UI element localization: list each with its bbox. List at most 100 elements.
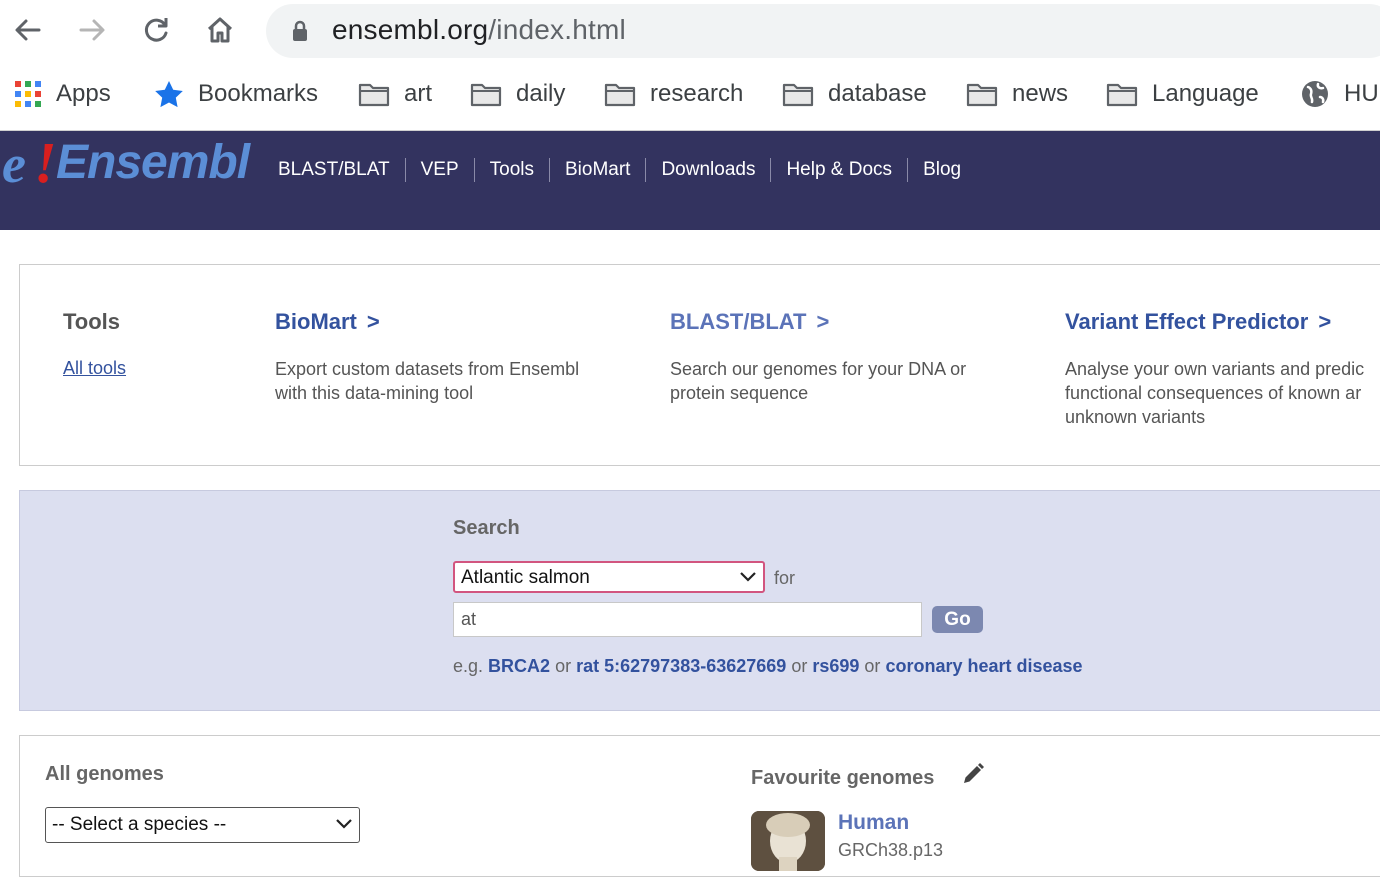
example-link-rs699[interactable]: rs699 — [812, 656, 859, 676]
chevron-right-icon: > — [1318, 309, 1332, 334]
or-label: or — [864, 656, 881, 676]
nav-blog[interactable]: Blog — [907, 158, 976, 182]
tool-name: BioMart — [275, 309, 357, 334]
chevron-down-icon — [335, 817, 353, 836]
tool-desc-line: Analyse your own variants and predic — [1065, 359, 1365, 379]
tool-description: Analyse your own variants and predic fun… — [1065, 357, 1364, 429]
forward-button[interactable] — [74, 12, 110, 48]
nav-tools[interactable]: Tools — [473, 158, 549, 182]
bookmark-label: database — [828, 80, 927, 107]
home-button[interactable] — [202, 12, 238, 48]
nav-help-docs[interactable]: Help & Docs — [770, 158, 907, 182]
tool-desc-line: functional consequences of known ar — [1065, 383, 1362, 403]
search-panel: Search Atlantic salmon for at Go e.g. BR… — [19, 490, 1380, 711]
bookmark-label: art — [404, 80, 433, 107]
folder-icon — [1106, 81, 1138, 107]
bookmark-label: daily — [516, 80, 566, 107]
tool-description: Search our genomes for your DNA or prote… — [670, 357, 966, 405]
tool-desc-line: with this data-mining tool — [275, 383, 474, 403]
url-path: /index.html — [488, 14, 626, 45]
url-text[interactable]: ensembl.org/index.html — [332, 14, 626, 46]
tools-panel: Tools All tools BioMart > Export custom d… — [19, 264, 1380, 466]
bookmark-apps[interactable]: Apps — [14, 76, 111, 112]
apps-grid-icon — [14, 80, 42, 108]
bookmark-label: research — [650, 80, 744, 107]
nav-vep[interactable]: VEP — [404, 158, 474, 182]
bookmark-label: news — [1012, 80, 1069, 107]
example-link-disease[interactable]: coronary heart disease — [885, 656, 1082, 676]
url-host: ensembl.org — [332, 14, 489, 45]
tool-description: Export custom datasets from Ensembl with… — [275, 357, 579, 405]
tool-biomart-link[interactable]: BioMart > — [275, 309, 579, 335]
species-select[interactable]: Atlantic salmon — [453, 561, 765, 593]
genomes-panel: All genomes -- Select a species -- Favou… — [19, 735, 1380, 877]
reload-icon — [144, 18, 168, 42]
nav-blast-blat[interactable]: BLAST/BLAT — [278, 158, 405, 182]
bookmark-label: Bookmarks — [198, 80, 319, 107]
tool-desc-line: unknown variants — [1065, 407, 1206, 427]
browser-toolbar: ensembl.org/index.html — [0, 0, 1380, 62]
tools-title: Tools — [63, 309, 121, 334]
all-tools-link[interactable]: All tools — [63, 358, 126, 379]
bookmark-folder-database[interactable]: database — [782, 76, 927, 112]
example-link-brca2[interactable]: BRCA2 — [488, 656, 550, 676]
search-input[interactable]: at — [453, 602, 922, 637]
logo-text: Ensembl — [56, 136, 250, 189]
logo-e-glyph: e — [2, 134, 26, 194]
search-examples: e.g. BRCA2 or rat 5:62797383-63627669 or… — [453, 656, 1083, 677]
bookmark-folder-news[interactable]: news — [966, 76, 1068, 112]
folder-icon — [470, 81, 502, 107]
favourite-species-assembly: GRCh38.p13 — [838, 840, 944, 860]
tool-biomart: BioMart > Export custom datasets from Ens… — [275, 309, 579, 405]
species-dropdown-value: -- Select a species -- — [52, 814, 227, 835]
star-icon — [154, 80, 184, 108]
tool-name: BLAST/BLAT — [670, 309, 807, 334]
or-label: or — [791, 656, 808, 676]
all-genomes-title: All genomes — [45, 763, 164, 785]
favourite-species-name[interactable]: Human — [838, 811, 909, 835]
forward-arrow-icon — [79, 19, 105, 41]
or-label: or — [555, 656, 572, 676]
tool-blast-blat: BLAST/BLAT > Search our genomes for your … — [670, 309, 966, 405]
bookmark-hu[interactable]: HU — [1300, 76, 1379, 112]
bookmark-folder-language[interactable]: Language — [1106, 76, 1259, 112]
reload-button[interactable] — [138, 12, 174, 48]
go-button[interactable]: Go — [932, 606, 983, 633]
search-title: Search — [453, 517, 520, 539]
back-button[interactable] — [10, 12, 46, 48]
tool-name: Variant Effect Predictor — [1065, 309, 1309, 334]
search-input-value: at — [461, 609, 477, 629]
species-dropdown[interactable]: -- Select a species -- — [45, 807, 360, 843]
bookmark-label: Apps — [56, 80, 111, 107]
tool-vep-link[interactable]: Variant Effect Predictor > — [1065, 309, 1364, 335]
tool-vep: Variant Effect Predictor > Analyse your o… — [1065, 309, 1364, 429]
chevron-right-icon: > — [366, 309, 380, 334]
folder-icon — [358, 81, 390, 107]
bookmark-folder-art[interactable]: art — [358, 76, 432, 112]
pencil-icon[interactable] — [961, 762, 985, 791]
ensembl-logo[interactable]: e ! Ensembl — [0, 130, 270, 195]
bookmark-bookmarks[interactable]: Bookmarks — [154, 76, 318, 112]
home-icon — [207, 17, 233, 43]
human-species-image[interactable] — [751, 811, 825, 871]
tool-blast-link[interactable]: BLAST/BLAT > — [670, 309, 966, 335]
folder-icon — [604, 81, 636, 107]
nav-downloads[interactable]: Downloads — [645, 158, 770, 182]
favourite-genomes-title: Favourite genomes — [751, 767, 935, 789]
eg-label: e.g. — [453, 656, 484, 676]
bookmarks-bar: Apps Bookmarks art daily research databa… — [0, 62, 1380, 131]
lock-icon — [292, 20, 308, 47]
tool-desc-line: Export custom datasets from Ensembl — [275, 359, 580, 379]
nav-biomart[interactable]: BioMart — [548, 158, 645, 182]
bookmark-label: Language — [1152, 80, 1259, 107]
bookmark-folder-research[interactable]: research — [604, 76, 743, 112]
bookmark-label: HU — [1344, 80, 1379, 107]
bookmark-folder-daily[interactable]: daily — [470, 76, 565, 112]
for-label: for — [774, 568, 796, 588]
logo-exclamation-glyph: ! — [34, 130, 57, 195]
example-link-rat-location[interactable]: rat 5:62797383-63627669 — [576, 656, 786, 676]
globe-icon — [1300, 79, 1330, 109]
main-nav: BLAST/BLAT VEP Tools BioMart Downloads H… — [278, 158, 976, 182]
ensembl-masthead: e ! Ensembl BLAST/BLAT VEP Tools BioMart… — [0, 130, 1380, 230]
species-select-value: Atlantic salmon — [461, 567, 590, 588]
